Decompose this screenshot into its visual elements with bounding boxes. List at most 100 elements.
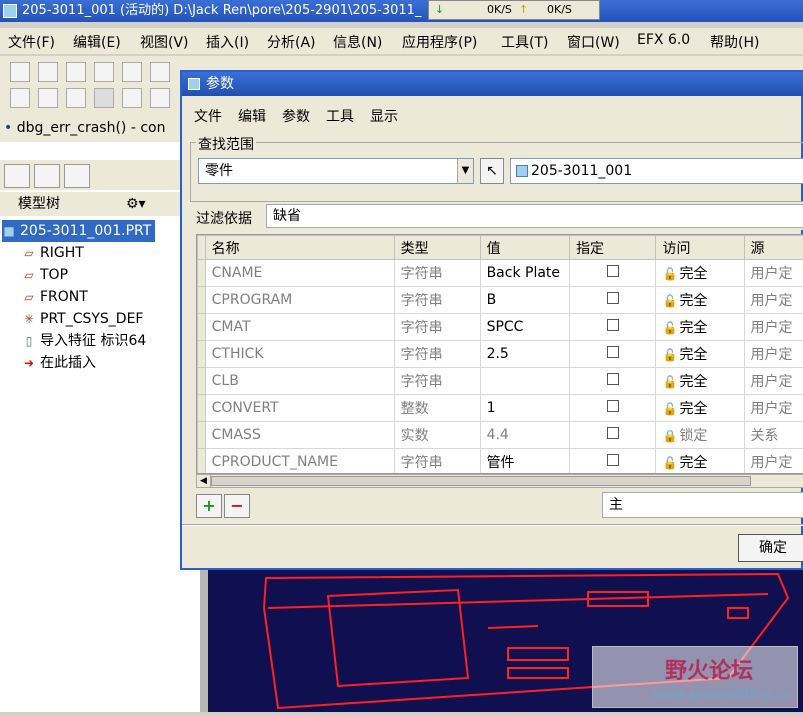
param-value[interactable]: 1 bbox=[480, 395, 570, 422]
remove-parameter-button[interactable]: − bbox=[224, 494, 250, 518]
param-access[interactable]: 🔓完全 bbox=[656, 449, 744, 475]
tab-model-tree-icon[interactable] bbox=[4, 164, 30, 188]
shading-icon[interactable] bbox=[122, 88, 142, 108]
param-value[interactable]: 4.4 bbox=[480, 422, 570, 449]
print-icon[interactable] bbox=[150, 62, 170, 82]
save-icon[interactable] bbox=[94, 62, 114, 82]
param-value[interactable]: Back Plate bbox=[480, 260, 570, 287]
param-type[interactable]: 字符串 bbox=[394, 287, 480, 314]
col-header-access[interactable]: 访问 bbox=[656, 236, 744, 260]
chevron-down-icon[interactable]: ▼ bbox=[457, 159, 473, 183]
table-row[interactable]: CTHICK 字符串 2.5 🔓完全 用户定 bbox=[198, 341, 803, 368]
param-type[interactable]: 字符串 bbox=[394, 368, 480, 395]
tree-item-import[interactable]: ▯导入特征 标识64 bbox=[22, 330, 146, 352]
add-parameter-button[interactable]: + bbox=[196, 494, 222, 518]
table-row[interactable]: CPRODUCT_NAME 字符串 管件 🔓完全 用户定 bbox=[198, 449, 803, 475]
col-header-designate[interactable]: 指定 bbox=[570, 236, 656, 260]
tree-item-right[interactable]: ▱RIGHT bbox=[22, 242, 84, 264]
no-hidden-icon[interactable] bbox=[94, 88, 114, 108]
param-name[interactable]: CLB bbox=[205, 368, 394, 395]
new-file-icon[interactable] bbox=[38, 62, 58, 82]
user-icon[interactable] bbox=[10, 88, 30, 108]
scope-select[interactable]: 零件 ▼ bbox=[198, 158, 474, 184]
view-cube-icon[interactable] bbox=[38, 88, 58, 108]
menu-file[interactable]: 文件(F) bbox=[8, 32, 55, 52]
param-access[interactable]: 🔓完全 bbox=[656, 341, 744, 368]
dialog-menu-display[interactable]: 显示 bbox=[370, 106, 398, 126]
designate-checkbox[interactable] bbox=[570, 341, 656, 368]
param-name[interactable]: CMASS bbox=[205, 422, 394, 449]
designate-checkbox[interactable] bbox=[570, 395, 656, 422]
menu-efx[interactable]: EFX 6.0 bbox=[637, 32, 690, 48]
col-header-type[interactable]: 类型 bbox=[394, 236, 480, 260]
tab-folder-browser-icon[interactable] bbox=[34, 164, 60, 188]
param-value[interactable] bbox=[480, 368, 570, 395]
table-row[interactable]: CNAME 字符串 Back Plate 🔓完全 用户定 bbox=[198, 260, 803, 287]
param-type[interactable]: 字符串 bbox=[394, 260, 480, 287]
param-name[interactable]: CPRODUCT_NAME bbox=[205, 449, 394, 475]
param-access[interactable]: 🔓完全 bbox=[656, 368, 744, 395]
tree-item-top[interactable]: ▱TOP bbox=[22, 264, 68, 286]
table-row[interactable]: CONVERT 整数 1 🔓完全 用户定 bbox=[198, 395, 803, 422]
filter-field[interactable]: 缺省 bbox=[266, 204, 803, 228]
table-row[interactable]: CLB 字符串 🔓完全 用户定 bbox=[198, 368, 803, 395]
scroll-left-icon[interactable]: ◀ bbox=[197, 475, 211, 487]
param-access[interactable]: 🔓完全 bbox=[656, 287, 744, 314]
param-access[interactable]: 🔓完全 bbox=[656, 260, 744, 287]
col-header-source[interactable]: 源 bbox=[744, 236, 803, 260]
param-name[interactable]: CNAME bbox=[205, 260, 394, 287]
param-access[interactable]: 🔓完全 bbox=[656, 395, 744, 422]
hidden-line-icon[interactable] bbox=[66, 88, 86, 108]
designate-checkbox[interactable] bbox=[570, 449, 656, 475]
param-value[interactable]: SPCC bbox=[480, 314, 570, 341]
param-type[interactable]: 字符串 bbox=[394, 341, 480, 368]
dialog-menu-file[interactable]: 文件 bbox=[194, 106, 222, 126]
menu-help[interactable]: 帮助(H) bbox=[710, 32, 759, 52]
open-folder-icon[interactable] bbox=[66, 62, 86, 82]
param-value[interactable]: 管件 bbox=[480, 449, 570, 475]
col-header-name[interactable]: 名称 bbox=[205, 236, 394, 260]
horizontal-scrollbar[interactable]: ◀ bbox=[196, 474, 803, 488]
model-tree-toggle-icon[interactable] bbox=[150, 88, 170, 108]
param-access[interactable]: 🔓完全 bbox=[656, 314, 744, 341]
menu-edit[interactable]: 编辑(E) bbox=[73, 32, 121, 52]
param-type[interactable]: 实数 bbox=[394, 422, 480, 449]
param-access[interactable]: 🔒锁定 bbox=[656, 422, 744, 449]
menu-tools[interactable]: 工具(T) bbox=[501, 32, 548, 52]
dialog-menu-tools[interactable]: 工具 bbox=[326, 106, 354, 126]
tree-settings-icon[interactable]: ⚙▾ bbox=[126, 192, 146, 216]
param-type[interactable]: 整数 bbox=[394, 395, 480, 422]
designate-checkbox[interactable] bbox=[570, 368, 656, 395]
param-value[interactable]: 2.5 bbox=[480, 341, 570, 368]
menu-view[interactable]: 视图(V) bbox=[140, 32, 189, 52]
table-row[interactable]: CPROGRAM 字符串 B 🔓完全 用户定 bbox=[198, 287, 803, 314]
menu-applications[interactable]: 应用程序(P) bbox=[402, 32, 477, 52]
tree-item-insert-here[interactable]: ➜在此插入 bbox=[22, 352, 96, 374]
dialog-menu-edit[interactable]: 编辑 bbox=[238, 106, 266, 126]
model-field[interactable]: 205-3011_001 bbox=[510, 158, 803, 184]
param-name[interactable]: CMAT bbox=[205, 314, 394, 341]
param-type[interactable]: 字符串 bbox=[394, 449, 480, 475]
main-field[interactable]: 主 bbox=[602, 492, 803, 518]
designate-checkbox[interactable] bbox=[570, 422, 656, 449]
tab-favorites-icon[interactable] bbox=[64, 164, 90, 188]
command-line[interactable]: • dbg_err_crash() - con bbox=[0, 116, 180, 142]
param-type[interactable]: 字符串 bbox=[394, 314, 480, 341]
designate-checkbox[interactable] bbox=[570, 314, 656, 341]
dialog-menu-parameters[interactable]: 参数 bbox=[282, 106, 310, 126]
param-value[interactable]: B bbox=[480, 287, 570, 314]
designate-checkbox[interactable] bbox=[570, 260, 656, 287]
col-header-value[interactable]: 值 bbox=[480, 236, 570, 260]
scroll-thumb[interactable] bbox=[211, 476, 751, 486]
menu-window[interactable]: 窗口(W) bbox=[567, 32, 620, 52]
regenerate-icon[interactable] bbox=[10, 62, 30, 82]
menu-analysis[interactable]: 分析(A) bbox=[267, 32, 316, 52]
save-copy-icon[interactable] bbox=[122, 62, 142, 82]
tree-item-front[interactable]: ▱FRONT bbox=[22, 286, 88, 308]
select-model-button[interactable]: ↖ bbox=[480, 158, 504, 184]
param-name[interactable]: CPROGRAM bbox=[205, 287, 394, 314]
param-name[interactable]: CONVERT bbox=[205, 395, 394, 422]
menu-insert[interactable]: 插入(I) bbox=[206, 32, 249, 52]
ok-button[interactable]: 确定 bbox=[738, 534, 803, 562]
designate-checkbox[interactable] bbox=[570, 287, 656, 314]
